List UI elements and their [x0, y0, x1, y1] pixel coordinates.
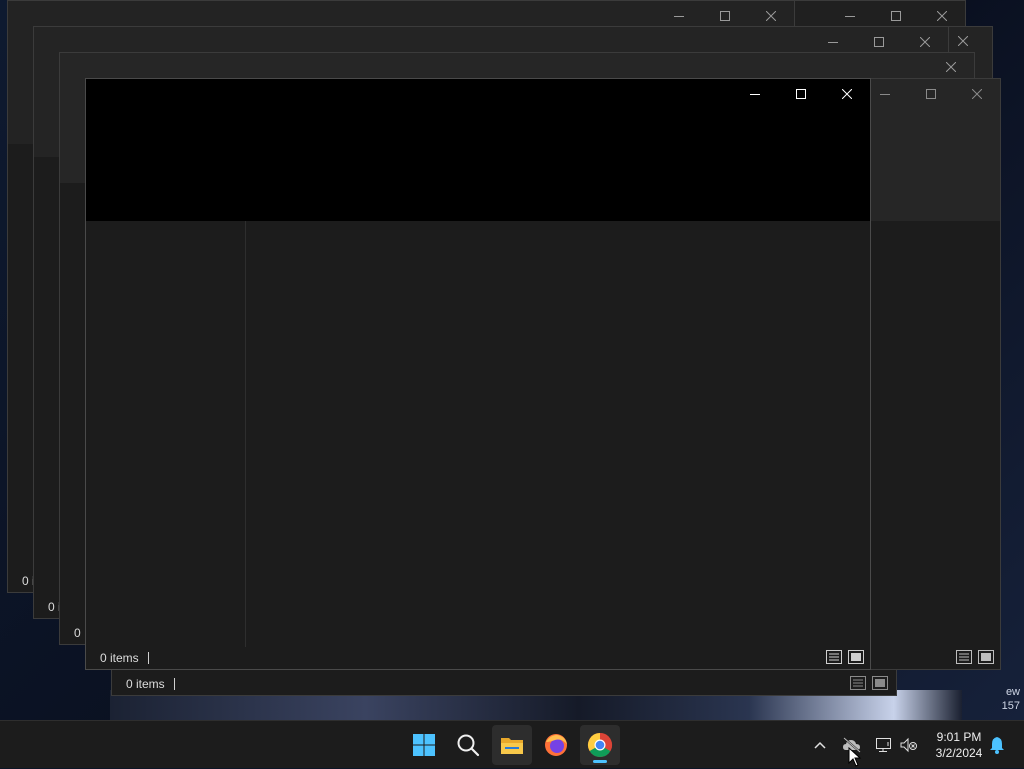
close-button[interactable]: [957, 35, 969, 49]
system-clock[interactable]: 9:01 PM 3/2/2024: [928, 729, 990, 761]
maximize-button[interactable]: [778, 80, 824, 108]
status-bar: 0 items: [86, 647, 870, 669]
item-count: 0 items: [126, 677, 165, 691]
firefox-icon: [545, 734, 567, 756]
start-icon: [413, 734, 435, 756]
show-hidden-icons-button[interactable]: [808, 733, 832, 757]
clock-time: 9:01 PM: [936, 730, 982, 744]
clock-date: 3/2/2024: [935, 746, 983, 760]
start-button[interactable]: [404, 725, 444, 765]
close-button[interactable]: [824, 80, 870, 108]
large-icons-view-button[interactable]: [848, 650, 864, 664]
mouse-cursor-icon: [848, 747, 862, 767]
large-icons-view-button[interactable]: [978, 650, 994, 664]
desktop-icon-label-fragment: 157: [1001, 700, 1020, 712]
desktop: ew 157 0 items: [0, 0, 1024, 720]
close-button[interactable]: [954, 80, 1000, 108]
file-explorer-icon: [501, 738, 523, 754]
network-icon: [876, 738, 891, 752]
notifications-button[interactable]: [985, 733, 1009, 757]
close-button[interactable]: [945, 61, 957, 75]
status-separator: [148, 652, 149, 664]
status-bar: 0 items: [112, 673, 896, 695]
chevron-up-icon: [814, 741, 826, 749]
navigation-pane[interactable]: [86, 221, 246, 647]
firefox-button[interactable]: [536, 725, 576, 765]
volume-tray-button[interactable]: [897, 733, 921, 757]
details-view-button[interactable]: [956, 650, 972, 664]
details-view-button[interactable]: [826, 650, 842, 664]
status-separator: [174, 678, 175, 690]
network-tray-button[interactable]: [872, 733, 896, 757]
content-pane[interactable]: [246, 221, 870, 647]
file-explorer-button[interactable]: [492, 725, 532, 765]
item-count: 0: [74, 626, 81, 640]
chrome-button[interactable]: [580, 725, 620, 765]
explorer-window-front[interactable]: 0 items: [85, 78, 871, 670]
details-view-button[interactable]: [850, 676, 866, 690]
search-button[interactable]: [448, 725, 488, 765]
chrome-icon: [587, 733, 613, 758]
bell-icon: [990, 737, 1004, 754]
large-icons-view-button[interactable]: [872, 676, 888, 690]
title-bar[interactable]: [86, 79, 870, 221]
minimize-button[interactable]: [732, 80, 778, 108]
search-icon: [457, 734, 480, 757]
desktop-icon-label-fragment: ew: [1005, 686, 1020, 698]
item-count: 0 items: [100, 651, 139, 665]
maximize-button[interactable]: [908, 80, 954, 108]
taskbar: 9:01 PM 3/2/2024: [0, 720, 1024, 768]
active-app-indicator: [593, 760, 607, 763]
speaker-muted-icon: [900, 737, 917, 753]
